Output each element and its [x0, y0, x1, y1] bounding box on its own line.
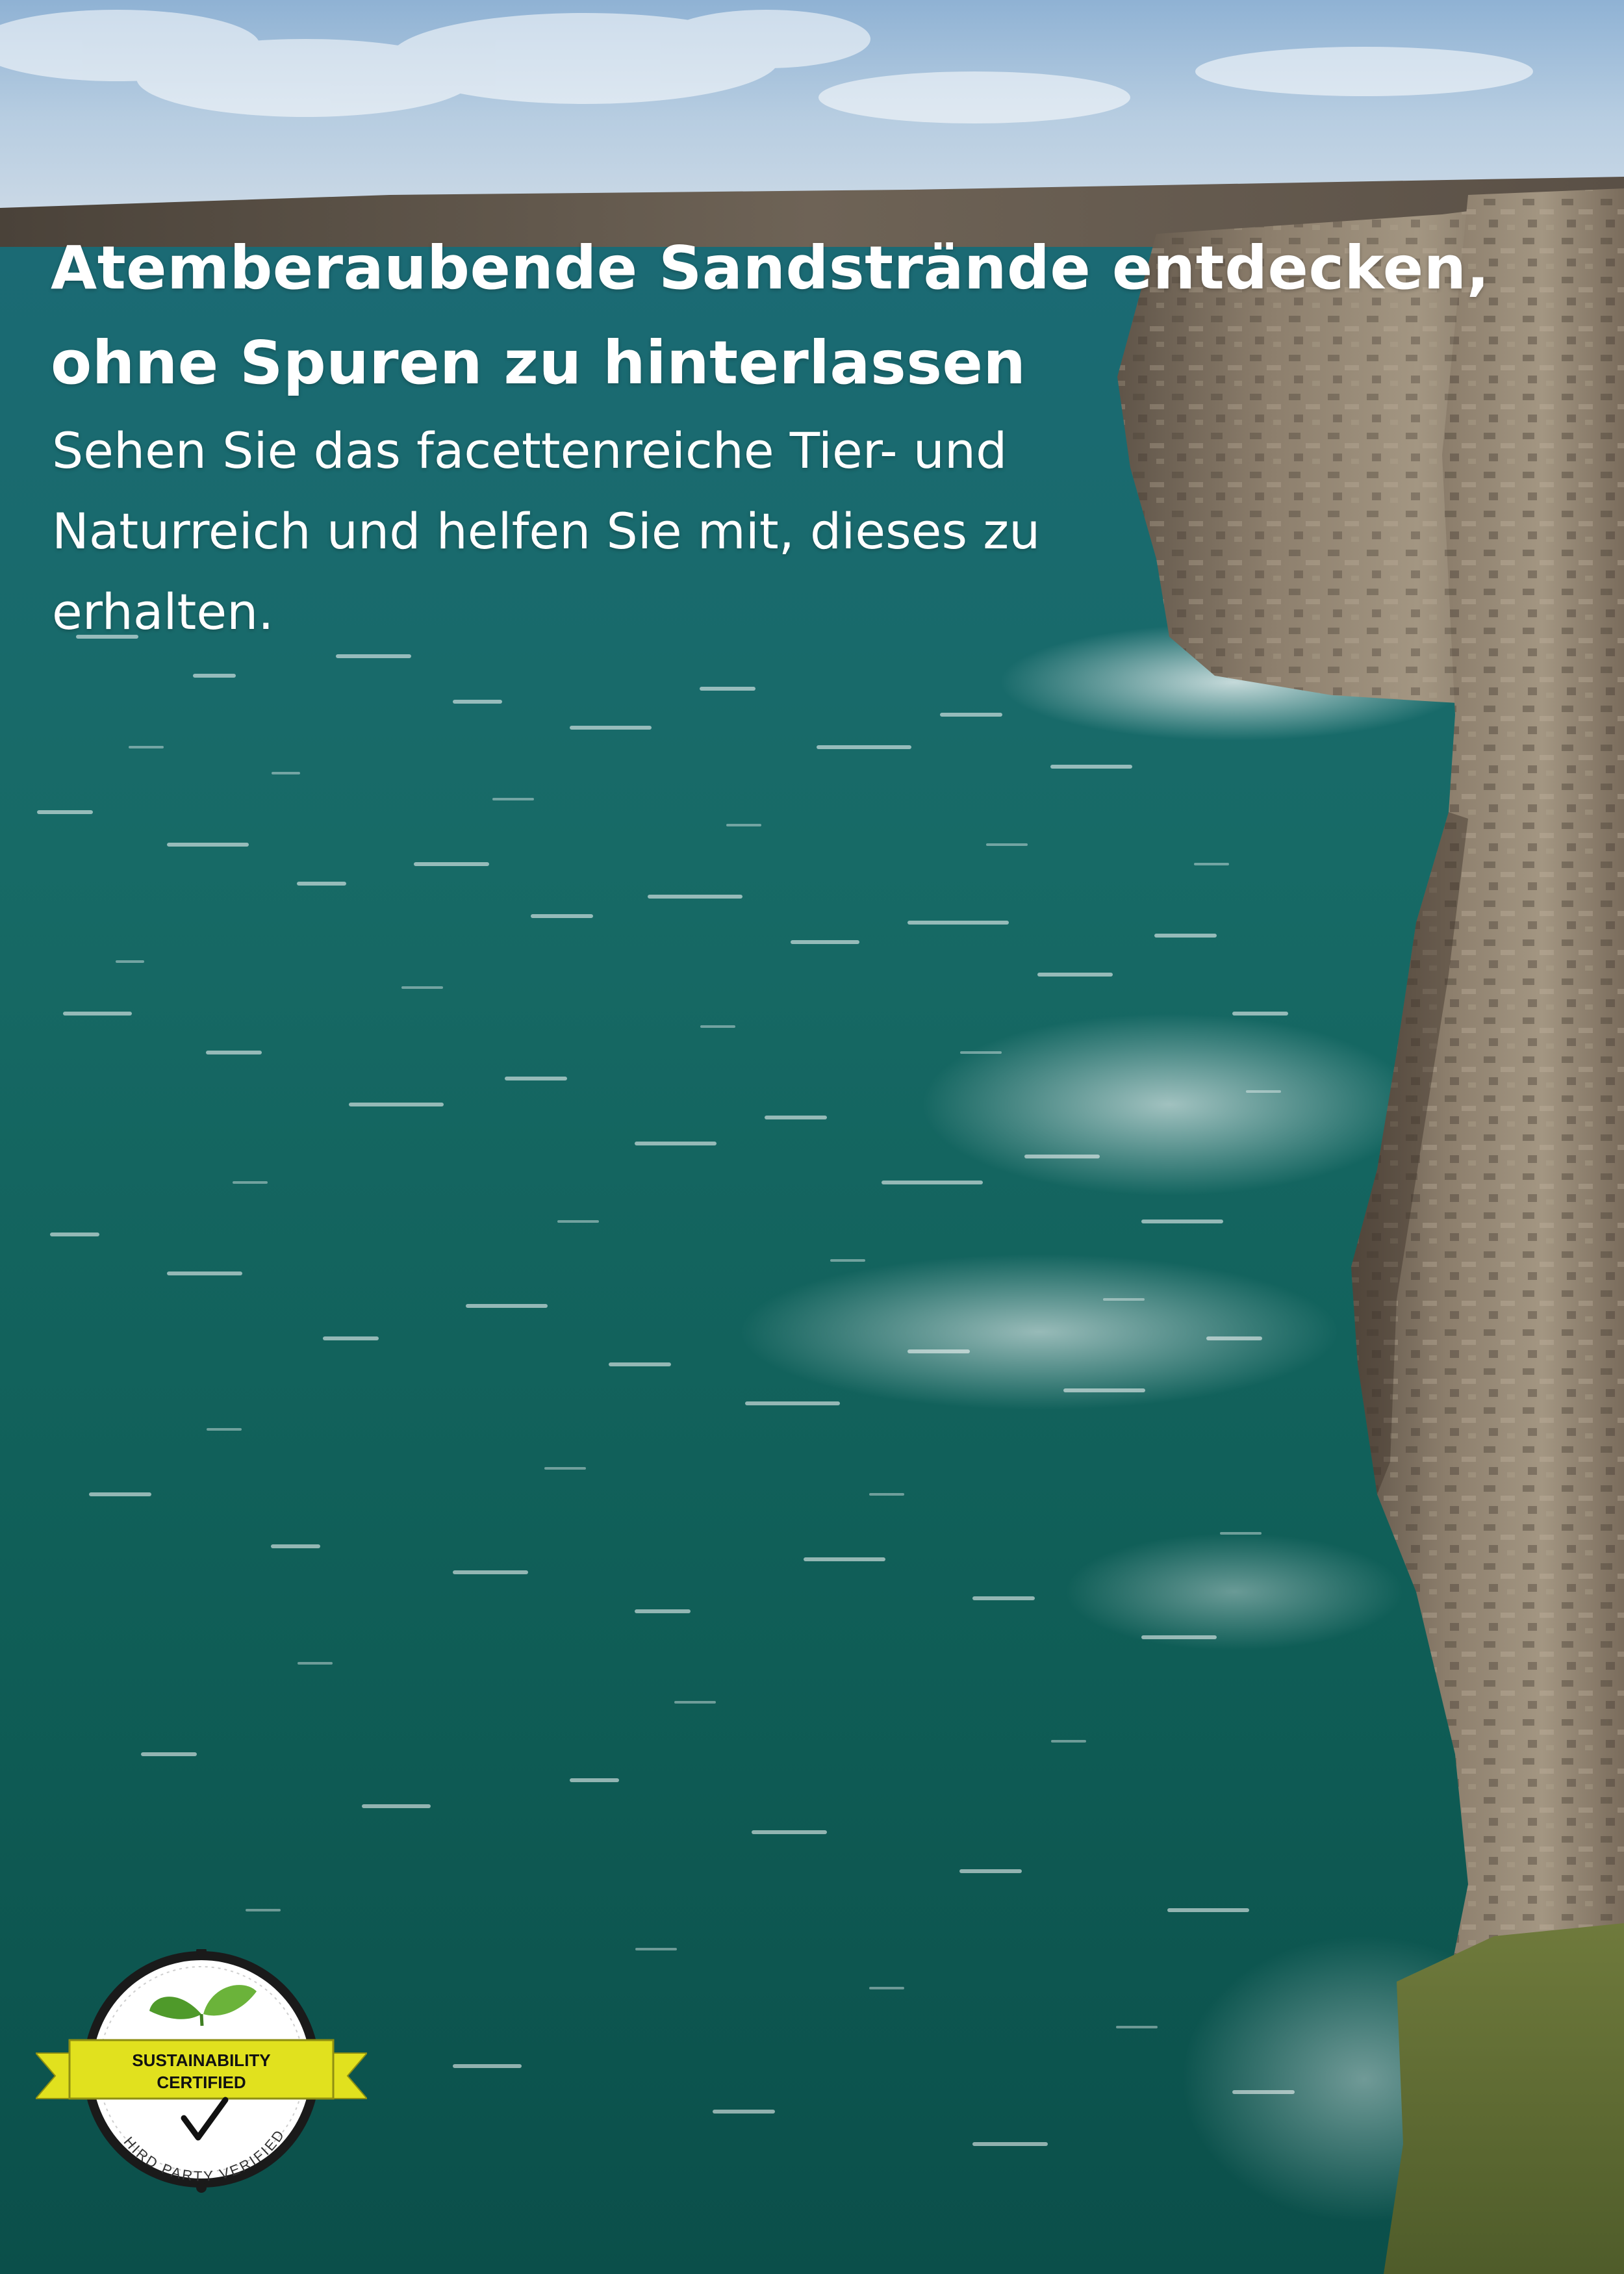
seal-ribbon-line2: CERTIFIED — [157, 2073, 246, 2092]
sustainability-seal: SUSTAINABILITY CERTIFIED THIRD PARTY VER… — [36, 1949, 367, 2193]
certified-ribbon: SUSTAINABILITY CERTIFIED — [36, 2039, 367, 2100]
grassy-slope — [1384, 1923, 1624, 2274]
headline: Atemberaubende Sandstrände entdecken, oh… — [51, 233, 1490, 398]
poster: Atemberaubende Sandstrände entdecken, oh… — [0, 0, 1624, 2274]
seal-ribbon-line1: SUSTAINABILITY — [132, 2050, 270, 2070]
subline: Sehen Sie das facettenreiche Tier- und N… — [52, 422, 1041, 641]
